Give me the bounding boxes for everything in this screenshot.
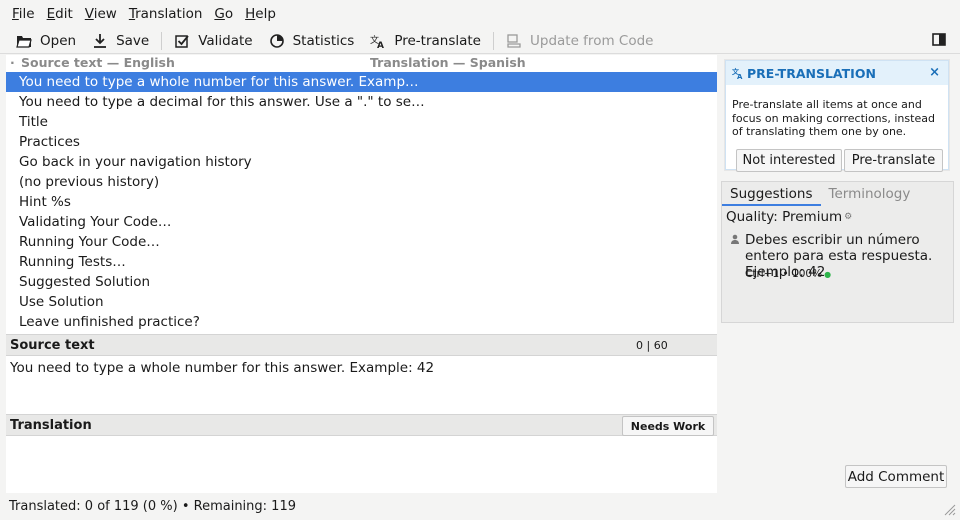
suggestion-meta: Ctrl+1 • 100% ● xyxy=(745,268,832,280)
menu-help[interactable]: Help xyxy=(239,6,282,22)
tab-terminology[interactable]: Terminology xyxy=(821,182,919,206)
list-item[interactable]: Running Tests… xyxy=(6,252,717,272)
gear-icon[interactable]: ⚙ xyxy=(844,212,852,222)
sidebar-icon xyxy=(932,33,946,46)
translate-icon: 文A xyxy=(370,34,384,49)
menubar: File Edit View Translation Go Help xyxy=(0,0,960,28)
menu-file[interactable]: File xyxy=(6,6,41,22)
string-list: You need to type a whole number for this… xyxy=(6,72,717,332)
list-header: · Source text — English Translation — Sp… xyxy=(6,55,717,71)
pretranslation-header: 文A PRE-TRANSLATION × xyxy=(726,61,948,85)
person-icon xyxy=(731,234,739,244)
pretranslation-description: Pre-translate all items at once and focu… xyxy=(732,98,935,138)
list-item[interactable]: You need to type a decimal for this answ… xyxy=(6,92,717,112)
svg-text:A: A xyxy=(737,73,743,79)
source-text-view: You need to type a whole number for this… xyxy=(10,360,435,376)
pretranslate-card-button[interactable]: Pre-translate xyxy=(844,149,943,172)
menu-translation[interactable]: Translation xyxy=(123,6,209,22)
list-item[interactable]: Title xyxy=(6,112,717,132)
translation-bar: Translation Needs Work xyxy=(6,414,717,436)
pretranslate-button[interactable]: 文A Pre-translate xyxy=(362,29,489,53)
save-button[interactable]: Save xyxy=(84,29,157,53)
resize-grip-icon[interactable] xyxy=(940,500,956,516)
toggle-sidebar-button[interactable] xyxy=(932,33,946,51)
source-text-bar: Source text 0 | 60 xyxy=(6,334,717,356)
close-icon[interactable]: × xyxy=(929,65,940,80)
toolbar: Open Save Validate Statistics 文A Pre-tra… xyxy=(0,28,960,54)
open-folder-icon xyxy=(16,35,32,48)
source-text-label: Source text xyxy=(10,337,95,353)
download-icon xyxy=(94,33,107,48)
translation-input[interactable] xyxy=(6,438,717,493)
list-item[interactable]: Running Your Code… xyxy=(6,232,717,252)
sidebar-tabs: Suggestions Terminology xyxy=(722,182,918,208)
list-item[interactable]: Suggested Solution xyxy=(6,272,717,292)
progress-status: Translated: 0 of 119 (0 %) • Remaining: … xyxy=(9,499,296,514)
match-status-icon: ● xyxy=(824,269,832,279)
sync-icon xyxy=(507,33,521,48)
list-item[interactable]: Practices xyxy=(6,132,717,152)
main-pane: · Source text — English Translation — Sp… xyxy=(6,55,717,493)
menu-edit[interactable]: Edit xyxy=(41,6,79,22)
update-from-code-button[interactable]: Update from Code xyxy=(498,29,661,53)
sort-indicator-icon: · xyxy=(10,55,15,70)
pie-chart-icon xyxy=(269,33,284,48)
translation-column-header[interactable]: Translation — Spanish xyxy=(370,55,526,70)
svg-text:A: A xyxy=(377,41,384,49)
list-item[interactable]: Leave unfinished practice? xyxy=(6,312,717,332)
checkbox-icon xyxy=(175,34,189,48)
character-counter: 0 | 60 xyxy=(636,339,668,352)
translation-label: Translation xyxy=(10,417,92,433)
toolbar-separator xyxy=(161,31,163,50)
quality-indicator: Quality: Premium ⚙ xyxy=(726,209,853,225)
add-comment-button[interactable]: Add Comment xyxy=(845,465,947,488)
list-item[interactable]: Go back in your navigation history xyxy=(6,152,717,172)
list-item[interactable]: (no previous history) xyxy=(6,172,717,192)
menu-go[interactable]: Go xyxy=(208,6,239,22)
open-button[interactable]: Open xyxy=(8,29,84,53)
source-column-header[interactable]: Source text — English xyxy=(21,55,175,70)
toolbar-separator xyxy=(493,31,494,50)
list-item[interactable]: Use Solution xyxy=(6,292,717,312)
list-item[interactable]: You need to type a whole number for this… xyxy=(6,72,717,92)
not-interested-button[interactable]: Not interested xyxy=(736,149,842,172)
sidebar: 文A PRE-TRANSLATION × Pre-translate all i… xyxy=(717,55,960,493)
needs-work-button[interactable]: Needs Work xyxy=(622,416,714,436)
suggestions-panel: Suggestions Terminology Quality: Premium… xyxy=(721,181,954,323)
validate-button[interactable]: Validate xyxy=(166,29,260,53)
list-item[interactable]: Validating Your Code… xyxy=(6,212,717,232)
menu-view[interactable]: View xyxy=(79,6,123,22)
list-item[interactable]: Hint %s xyxy=(6,192,717,212)
translate-icon: 文A xyxy=(732,67,743,79)
statistics-button[interactable]: Statistics xyxy=(261,29,363,53)
pretranslation-card: 文A PRE-TRANSLATION × Pre-translate all i… xyxy=(725,60,949,172)
status-bar: Translated: 0 of 119 (0 %) • Remaining: … xyxy=(0,493,960,520)
tab-suggestions[interactable]: Suggestions xyxy=(722,182,821,206)
